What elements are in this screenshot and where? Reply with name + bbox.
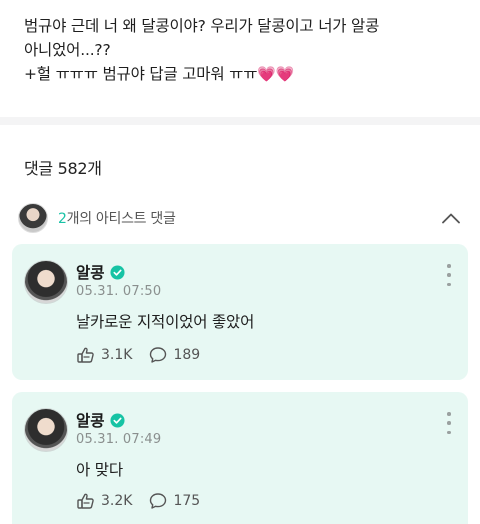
like-button[interactable]: 3.2K	[76, 492, 132, 510]
avatar[interactable]	[24, 408, 68, 452]
comment-author[interactable]: 알콩	[76, 409, 125, 431]
speech-bubble-icon	[150, 347, 167, 363]
artist-comment-card: 알콩 05.31. 07:49 아 맞다 3.2K 175	[12, 392, 468, 524]
reply-count: 175	[173, 493, 201, 509]
reply-count: 189	[173, 347, 201, 363]
comment-actions: 3.1K 189	[76, 346, 216, 364]
artist-comment-count: 2	[58, 211, 67, 227]
post-line-text: +헐 ㅠㅠㅠ 범규야 답글 고마워 ㅠㅠ	[24, 65, 258, 83]
comment-author[interactable]: 알콩	[76, 261, 125, 283]
author-name: 알콩	[76, 412, 105, 430]
speech-bubble-icon	[150, 493, 167, 509]
comment-text: 아 맞다	[76, 461, 123, 479]
post-body: 범규야 근데 너 왜 달콩이야? 우리가 달콩이고 너가 알콩 아니었어...?…	[24, 14, 464, 86]
reply-button[interactable]: 189	[148, 346, 200, 364]
artist-comments-label: 2개의 아티스트 댓글	[58, 208, 176, 228]
post-line: 범규야 근데 너 왜 달콩이야? 우리가 달콩이고 너가 알콩	[24, 17, 380, 35]
post-line: 아니었어...??	[24, 41, 111, 59]
artist-avatar	[18, 203, 48, 233]
comment-timestamp: 05.31. 07:49	[76, 432, 162, 447]
artist-comments-toggle[interactable]: 2개의 아티스트 댓글	[18, 201, 462, 235]
like-count: 3.1K	[101, 347, 133, 363]
comment-text: 날카로운 지적이었어 좋았어	[76, 313, 255, 331]
like-icon	[77, 347, 94, 363]
chevron-up-icon[interactable]	[440, 207, 462, 229]
more-options-icon[interactable]	[444, 264, 454, 286]
comment-actions: 3.2K 175	[76, 492, 216, 510]
like-button[interactable]: 3.1K	[76, 346, 132, 364]
section-divider	[0, 117, 480, 125]
more-options-icon[interactable]	[444, 412, 454, 434]
verified-icon	[110, 264, 125, 280]
like-icon	[77, 493, 94, 509]
comment-count: 댓글 582개	[24, 159, 102, 178]
artist-comment-suffix: 개의 아티스트 댓글	[66, 211, 176, 227]
post-line: +헐 ㅠㅠㅠ 범규야 답글 고마워 ㅠㅠ💗💗	[24, 62, 464, 86]
author-name: 알콩	[76, 264, 105, 282]
heart-emoji: 💗💗	[257, 65, 295, 83]
avatar[interactable]	[24, 260, 68, 304]
like-count: 3.2K	[101, 493, 133, 509]
artist-comment-card: 알콩 05.31. 07:50 날카로운 지적이었어 좋았어 3.1K 189	[12, 244, 468, 380]
verified-icon	[110, 412, 125, 428]
comment-timestamp: 05.31. 07:50	[76, 284, 162, 299]
reply-button[interactable]: 175	[148, 492, 200, 510]
